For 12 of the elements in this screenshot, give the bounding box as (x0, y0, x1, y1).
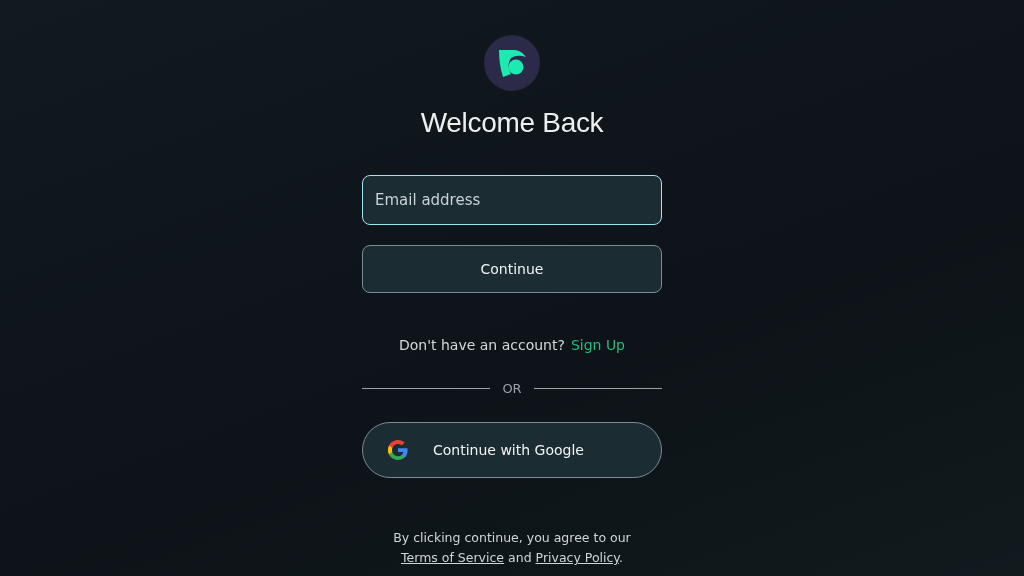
google-g-icon (387, 439, 409, 461)
divider-label: OR (502, 381, 522, 396)
email-field[interactable]: Email address (362, 175, 662, 225)
privacy-link[interactable]: Privacy Policy (535, 550, 619, 565)
continue-button[interactable]: Continue (362, 245, 662, 293)
terms-link[interactable]: Terms of Service (401, 550, 505, 565)
google-button[interactable]: Continue with Google (362, 422, 662, 478)
page-title: Welcome Back (420, 107, 604, 139)
terms-notice: By clicking continue, you agree to our Terms of Service and Privacy Policy. (392, 529, 632, 567)
logo-icon (484, 35, 540, 91)
signup-prompt: Don't have an account? (398, 337, 565, 353)
sign-up-link[interactable]: Sign Up (570, 337, 625, 353)
